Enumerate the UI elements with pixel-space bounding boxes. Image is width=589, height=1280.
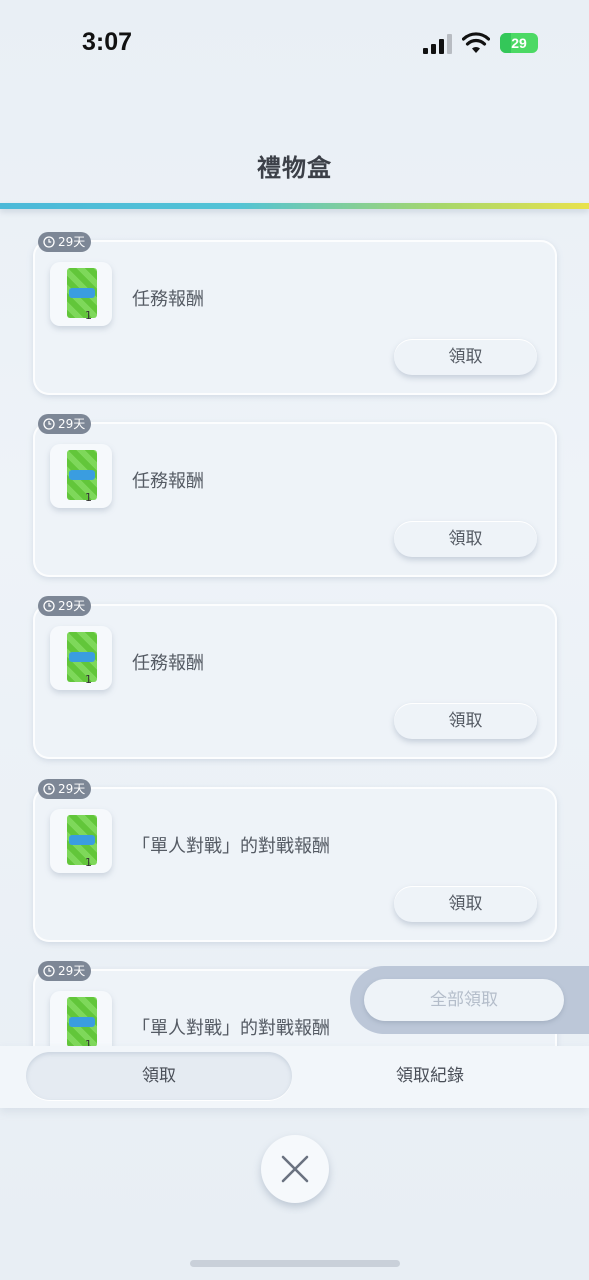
card-pack-icon xyxy=(67,997,97,1046)
claim-button[interactable]: 領取 xyxy=(394,339,537,375)
gift-title: 「單人對戰」的對戰報酬 xyxy=(132,836,330,857)
clock-icon xyxy=(43,783,55,795)
gift-item-thumbnail[interactable]: 1 xyxy=(50,444,112,508)
expiry-badge: 29天 xyxy=(38,596,92,616)
gift-card: 29天 1 任務報酬 領取 xyxy=(33,232,557,395)
card-pack-icon xyxy=(67,268,97,318)
tab-claim-history[interactable]: 領取紀錄 xyxy=(297,1052,563,1100)
gift-quantity: 1 xyxy=(85,673,92,686)
expiry-badge: 29天 xyxy=(38,961,92,981)
claim-button[interactable]: 領取 xyxy=(394,703,537,739)
gift-quantity: 1 xyxy=(85,309,92,322)
claim-button[interactable]: 領取 xyxy=(394,521,537,557)
gift-title: 「單人對戰」的對戰報酬 xyxy=(132,1018,330,1039)
gift-quantity: 1 xyxy=(85,856,92,869)
claim-button[interactable]: 領取 xyxy=(394,886,537,922)
close-icon xyxy=(281,1155,309,1183)
status-time: 3:07 xyxy=(82,28,133,56)
clock-icon xyxy=(43,965,55,977)
gift-title: 任務報酬 xyxy=(132,471,204,492)
wifi-icon xyxy=(462,32,490,53)
expiry-badge: 29天 xyxy=(38,779,92,799)
claim-all-button[interactable]: 全部領取 xyxy=(364,979,564,1021)
signal-icon xyxy=(423,34,455,54)
close-button[interactable] xyxy=(261,1135,329,1203)
card-pack-icon xyxy=(67,450,97,500)
clock-icon xyxy=(43,418,55,430)
card-pack-icon xyxy=(67,632,97,682)
gift-quantity: 1 xyxy=(85,1038,92,1046)
gift-list[interactable]: 29天 1 任務報酬 領取 29天 1 任務報酬 領取 29天 1 任務報酬 領… xyxy=(0,230,589,1046)
expiry-badge: 29天 xyxy=(38,232,92,252)
gift-card: 29天 1 任務報酬 領取 xyxy=(33,414,557,577)
gift-item-thumbnail[interactable]: 1 xyxy=(50,626,112,690)
claim-all-panel: 全部領取 xyxy=(350,966,589,1034)
gift-item-thumbnail[interactable]: 1 xyxy=(50,809,112,873)
tab-bar: 領取 領取紀錄 xyxy=(0,1046,589,1108)
gift-title: 任務報酬 xyxy=(132,289,204,310)
expiry-badge: 29天 xyxy=(38,414,92,434)
title-divider xyxy=(0,203,589,209)
tab-claim[interactable]: 領取 xyxy=(26,1052,292,1100)
gift-card: 29天 1 任務報酬 領取 xyxy=(33,596,557,759)
clock-icon xyxy=(43,236,55,248)
status-bar: 3:07 29 xyxy=(0,0,589,90)
gift-title: 任務報酬 xyxy=(132,653,204,674)
gift-item-thumbnail[interactable]: 1 xyxy=(50,262,112,326)
home-indicator[interactable] xyxy=(190,1260,400,1267)
gift-item-thumbnail[interactable]: 1 xyxy=(50,991,112,1046)
card-pack-icon xyxy=(67,815,97,865)
gift-quantity: 1 xyxy=(85,491,92,504)
battery-icon: 29 xyxy=(500,33,538,53)
gift-card: 29天 1 「單人對戰」的對戰報酬 領取 xyxy=(33,779,557,942)
battery-percentage: 29 xyxy=(511,35,527,51)
clock-icon xyxy=(43,600,55,612)
page-title: 禮物盒 xyxy=(257,154,332,182)
